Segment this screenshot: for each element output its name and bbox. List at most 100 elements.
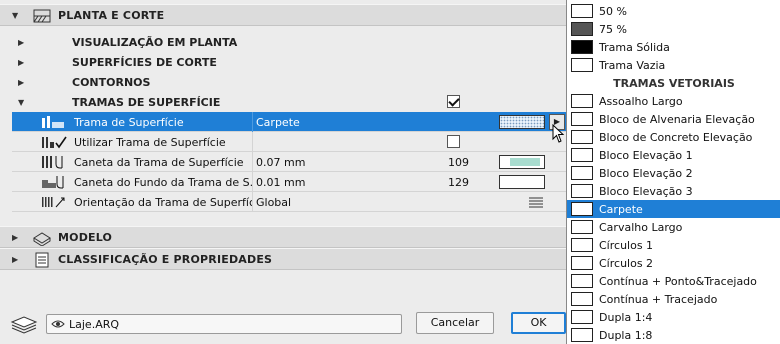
- fill-option[interactable]: Dupla 1:8: [567, 326, 780, 344]
- fill-pattern-swatch-icon: [571, 148, 593, 162]
- property-row-orientation[interactable]: Orientação da Trama de Superfície Global: [12, 192, 566, 212]
- fill-option-label: Dupla 1:8: [599, 329, 653, 342]
- fill-option-label: Bloco Elevação 2: [599, 167, 693, 180]
- use-fill-checkbox[interactable]: [447, 135, 460, 148]
- eye-icon[interactable]: [51, 318, 65, 330]
- fill-type-icon: [42, 116, 64, 128]
- column-divider: [252, 152, 253, 172]
- model-icon: [33, 232, 51, 246]
- fill-option[interactable]: 75 %: [567, 20, 780, 38]
- fill-option-label: Contínua + Tracejado: [599, 293, 718, 306]
- use-fill-icon: [42, 136, 67, 149]
- orientation-icon: [42, 197, 65, 208]
- column-divider: [252, 192, 253, 212]
- settings-dialog: ▼ PLANTA E CORTE ▶ VISUALIZAÇÃO EM PLANT…: [0, 0, 566, 344]
- section-plan-and-section[interactable]: ▼ PLANTA E CORTE: [0, 4, 566, 26]
- pen-number: 109: [448, 156, 469, 169]
- fill-option[interactable]: 50 %: [567, 2, 780, 20]
- fill-option[interactable]: Contínua + Tracejado: [567, 290, 780, 308]
- property-row-fill[interactable]: Trama de Superfície Carpete ▶: [12, 112, 566, 132]
- expand-arrow-icon[interactable]: ▶: [12, 233, 18, 242]
- property-row-use-fill[interactable]: Utilizar Trama de Superfície: [12, 132, 566, 152]
- subgroup-title: VISUALIZAÇÃO EM PLANTA: [72, 35, 238, 49]
- section-model[interactable]: ▶ MODELO: [0, 226, 566, 248]
- expand-arrow-icon[interactable]: ▶: [18, 58, 24, 67]
- section-title: MODELO: [58, 230, 113, 244]
- collapse-arrow-icon[interactable]: ▼: [18, 98, 24, 107]
- fill-option-label: Bloco Elevação 3: [599, 185, 693, 198]
- expand-arrow-icon[interactable]: ▶: [18, 78, 24, 87]
- fill-pattern-swatch-icon: [571, 184, 593, 198]
- pen-number: 129: [448, 176, 469, 189]
- collapse-arrow-icon[interactable]: ▼: [12, 11, 18, 20]
- subgroup-title: TRAMAS DE SUPERFÍCIE: [72, 95, 221, 109]
- fill-option[interactable]: Trama Vazia: [567, 56, 780, 74]
- fill-group-header: TRAMAS VETORIAIS: [613, 77, 735, 90]
- fill-option[interactable]: Contínua + Ponto&Tracejado: [567, 272, 780, 290]
- column-divider: [252, 132, 253, 152]
- classification-icon: [35, 252, 49, 268]
- fill-pattern-swatch-icon: [571, 112, 593, 126]
- property-row-background-pen[interactable]: Caneta do Fundo da Trama de S... 0.01 mm…: [12, 172, 566, 192]
- layer-select[interactable]: Laje.ARQ: [46, 314, 402, 334]
- property-row-fill-pen[interactable]: Caneta da Trama de Superfície 0.07 mm 10…: [12, 152, 566, 172]
- fill-option-label: Trama Sólida: [599, 41, 670, 54]
- fill-pattern-swatch-icon: [571, 166, 593, 180]
- fill-pattern-swatch-icon: [571, 202, 593, 216]
- section-classification[interactable]: ▶ CLASSIFICAÇÃO E PROPRIEDADES: [0, 248, 566, 270]
- section-title: CLASSIFICAÇÃO E PROPRIEDADES: [58, 252, 273, 266]
- subgroup-title: SUPERFÍCIES DE CORTE: [72, 55, 217, 69]
- subgroup-cut-surfaces[interactable]: ▶ SUPERFÍCIES DE CORTE: [12, 52, 566, 72]
- ok-button[interactable]: OK: [511, 312, 566, 334]
- property-value: Global: [256, 196, 292, 209]
- fill-option[interactable]: Círculos 2: [567, 254, 780, 272]
- fill-pattern-swatch-icon: [571, 292, 593, 306]
- orientation-lines-icon[interactable]: [528, 196, 544, 208]
- fill-option-label: Carvalho Largo: [599, 221, 683, 234]
- property-label: Caneta do Fundo da Trama de S...: [74, 176, 252, 189]
- fill-option[interactable]: Dupla 1:4: [567, 308, 780, 326]
- pen-color-fill: [510, 158, 540, 166]
- fill-option[interactable]: Bloco de Concreto Elevação: [567, 128, 780, 146]
- subgroup-cover-fills[interactable]: ▼ TRAMAS DE SUPERFÍCIE: [12, 92, 566, 112]
- fill-preview-swatch[interactable]: [499, 115, 545, 129]
- cover-fills-checkbox[interactable]: [447, 95, 460, 108]
- fill-pattern-swatch-icon: [571, 58, 593, 72]
- fill-option[interactable]: Carvalho Largo: [567, 218, 780, 236]
- fill-pattern-swatch-icon: [571, 130, 593, 144]
- property-value: 0.01 mm: [256, 176, 306, 189]
- fill-option-label: Dupla 1:4: [599, 311, 653, 324]
- subgroup-floor-plan-display[interactable]: ▶ VISUALIZAÇÃO EM PLANTA: [12, 32, 566, 52]
- property-label: Utilizar Trama de Superfície: [74, 136, 226, 149]
- column-divider: [252, 172, 253, 192]
- fill-pen-icon: [42, 156, 63, 169]
- fill-option[interactable]: Carpete: [567, 200, 780, 218]
- subgroup-outlines[interactable]: ▶ CONTORNOS: [12, 72, 566, 92]
- pen-color-swatch[interactable]: [499, 155, 545, 169]
- background-color-swatch[interactable]: [499, 175, 545, 189]
- fill-option[interactable]: Bloco de Alvenaria Elevação: [567, 110, 780, 128]
- fill-option-label: Assoalho Largo: [599, 95, 683, 108]
- property-label: Caneta da Trama de Superfície: [74, 156, 244, 169]
- fill-option[interactable]: Bloco Elevação 3: [567, 182, 780, 200]
- fill-option[interactable]: Trama Sólida: [567, 38, 780, 56]
- property-value: Carpete: [256, 116, 300, 129]
- dialog-footer: Laje.ARQ Cancelar OK: [0, 300, 566, 344]
- cancel-button[interactable]: Cancelar: [416, 312, 494, 334]
- fill-option[interactable]: Bloco Elevação 2: [567, 164, 780, 182]
- fill-picker-popup: 50 % 75 % Trama Sólida Trama Vazia TRAMAS VE…: [566, 0, 780, 344]
- property-label: Trama de Superfície: [74, 116, 184, 129]
- fill-pattern-swatch-icon: [571, 220, 593, 234]
- property-label: Orientação da Trama de Superfície: [74, 196, 252, 209]
- fill-option-label: Carpete: [599, 203, 643, 216]
- expand-arrow-icon[interactable]: ▶: [18, 38, 24, 47]
- expand-arrow-icon[interactable]: ▶: [12, 255, 18, 264]
- fill-option[interactable]: Círculos 1: [567, 236, 780, 254]
- column-divider: [252, 112, 253, 132]
- fill-option[interactable]: Bloco Elevação 1: [567, 146, 780, 164]
- fill-pattern-swatch-icon: [571, 256, 593, 270]
- background-pen-icon: [42, 176, 64, 189]
- property-value: 0.07 mm: [256, 156, 306, 169]
- fill-pattern-swatch-icon: [571, 274, 593, 288]
- fill-option[interactable]: Assoalho Largo: [567, 92, 780, 110]
